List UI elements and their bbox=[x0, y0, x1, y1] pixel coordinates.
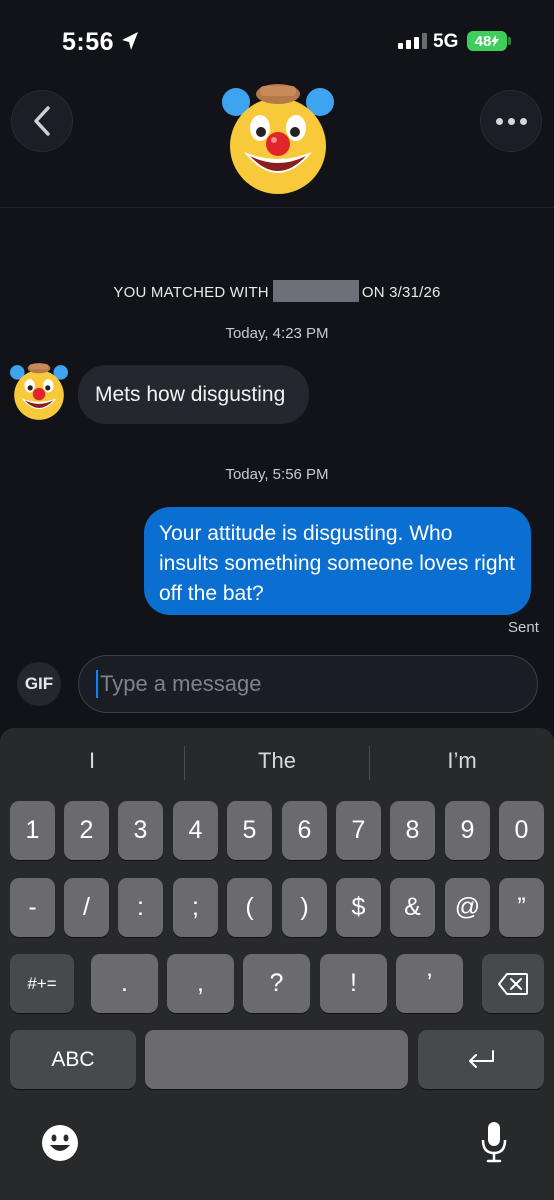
incoming-message-text: Mets how disgusting bbox=[95, 382, 286, 406]
redacted-name bbox=[272, 280, 359, 302]
match-date: ON 3/31/26 bbox=[361, 284, 441, 301]
suggestion-2[interactable]: The bbox=[185, 748, 369, 780]
key-apostrophe[interactable]: ’ bbox=[396, 954, 463, 1013]
key-comma[interactable]: , bbox=[167, 954, 234, 1013]
key-dollar[interactable]: $ bbox=[336, 878, 381, 937]
key-exclamation[interactable]: ! bbox=[320, 954, 387, 1013]
clown-face-icon[interactable] bbox=[9, 362, 69, 422]
backspace-icon bbox=[498, 972, 528, 995]
signal-icon bbox=[398, 33, 427, 49]
outgoing-message-text: Your attitude is disgusting. Who insults… bbox=[159, 522, 516, 605]
space-key[interactable] bbox=[145, 1030, 408, 1089]
key-0[interactable]: 0 bbox=[499, 801, 544, 860]
microphone-icon[interactable] bbox=[480, 1120, 508, 1164]
incoming-message-bubble[interactable]: Mets how disgusting bbox=[78, 365, 310, 424]
key-7[interactable]: 7 bbox=[336, 801, 381, 860]
key-symbols[interactable]: #+= bbox=[10, 954, 74, 1013]
header-divider bbox=[0, 207, 554, 208]
clown-face-icon[interactable] bbox=[220, 82, 336, 198]
more-options-button[interactable] bbox=[480, 90, 542, 152]
message-placeholder: Type a message bbox=[100, 671, 262, 696]
timestamp: Today, 5:56 PM bbox=[225, 466, 329, 483]
text-caret bbox=[96, 670, 98, 698]
battery-indicator: 48 bbox=[467, 31, 507, 51]
back-button[interactable] bbox=[11, 90, 73, 152]
match-notice: YOU MATCHED WITH ON 3/31/26 bbox=[0, 280, 554, 302]
key-slash[interactable]: / bbox=[64, 878, 109, 937]
key-1[interactable]: 1 bbox=[10, 801, 55, 860]
network-type: 5G bbox=[433, 31, 459, 52]
battery-tip bbox=[508, 37, 511, 45]
key-8[interactable]: 8 bbox=[390, 801, 435, 860]
key-3[interactable]: 3 bbox=[118, 801, 163, 860]
status-time: 5:56 bbox=[62, 28, 115, 56]
location-arrow-icon bbox=[122, 32, 138, 50]
key-question[interactable]: ? bbox=[243, 954, 310, 1013]
return-key[interactable] bbox=[418, 1030, 544, 1089]
key-semicolon[interactable]: ; bbox=[173, 878, 218, 937]
key-close-paren[interactable]: ) bbox=[282, 878, 327, 937]
timestamp: Today, 4:23 PM bbox=[225, 325, 329, 342]
backspace-key[interactable] bbox=[482, 954, 544, 1013]
emoji-icon[interactable] bbox=[41, 1124, 79, 1162]
match-prefix: YOU MATCHED WITH bbox=[113, 284, 269, 301]
return-icon bbox=[469, 1049, 494, 1068]
key-period[interactable]: . bbox=[91, 954, 158, 1013]
sent-status: Sent bbox=[508, 619, 539, 636]
key-at[interactable]: @ bbox=[445, 878, 490, 937]
key-ampersand[interactable]: & bbox=[390, 878, 435, 937]
key-colon[interactable]: : bbox=[118, 878, 163, 937]
status-bar: 5:56 5G 48 bbox=[0, 0, 554, 80]
message-input[interactable]: Type a message bbox=[78, 655, 538, 713]
key-6[interactable]: 6 bbox=[282, 801, 327, 860]
suggestion-3[interactable]: I’m bbox=[370, 748, 554, 780]
key-quote[interactable]: ” bbox=[499, 878, 544, 937]
key-2[interactable]: 2 bbox=[64, 801, 109, 860]
charging-bolt-icon bbox=[491, 35, 500, 47]
key-5[interactable]: 5 bbox=[227, 801, 272, 860]
key-4[interactable]: 4 bbox=[173, 801, 218, 860]
abc-key[interactable]: ABC bbox=[10, 1030, 136, 1089]
gif-label: GIF bbox=[24, 674, 54, 693]
key-open-paren[interactable]: ( bbox=[227, 878, 272, 937]
suggestion-1[interactable]: I bbox=[0, 748, 184, 780]
key-9[interactable]: 9 bbox=[445, 801, 490, 860]
more-dots-icon bbox=[495, 117, 527, 125]
outgoing-message-bubble[interactable]: Your attitude is disgusting. Who insults… bbox=[144, 507, 531, 615]
back-chevron-icon bbox=[34, 106, 50, 136]
key-hyphen[interactable]: - bbox=[10, 878, 55, 937]
battery-level: 48 bbox=[474, 32, 492, 50]
gif-button[interactable]: GIF bbox=[17, 662, 61, 706]
